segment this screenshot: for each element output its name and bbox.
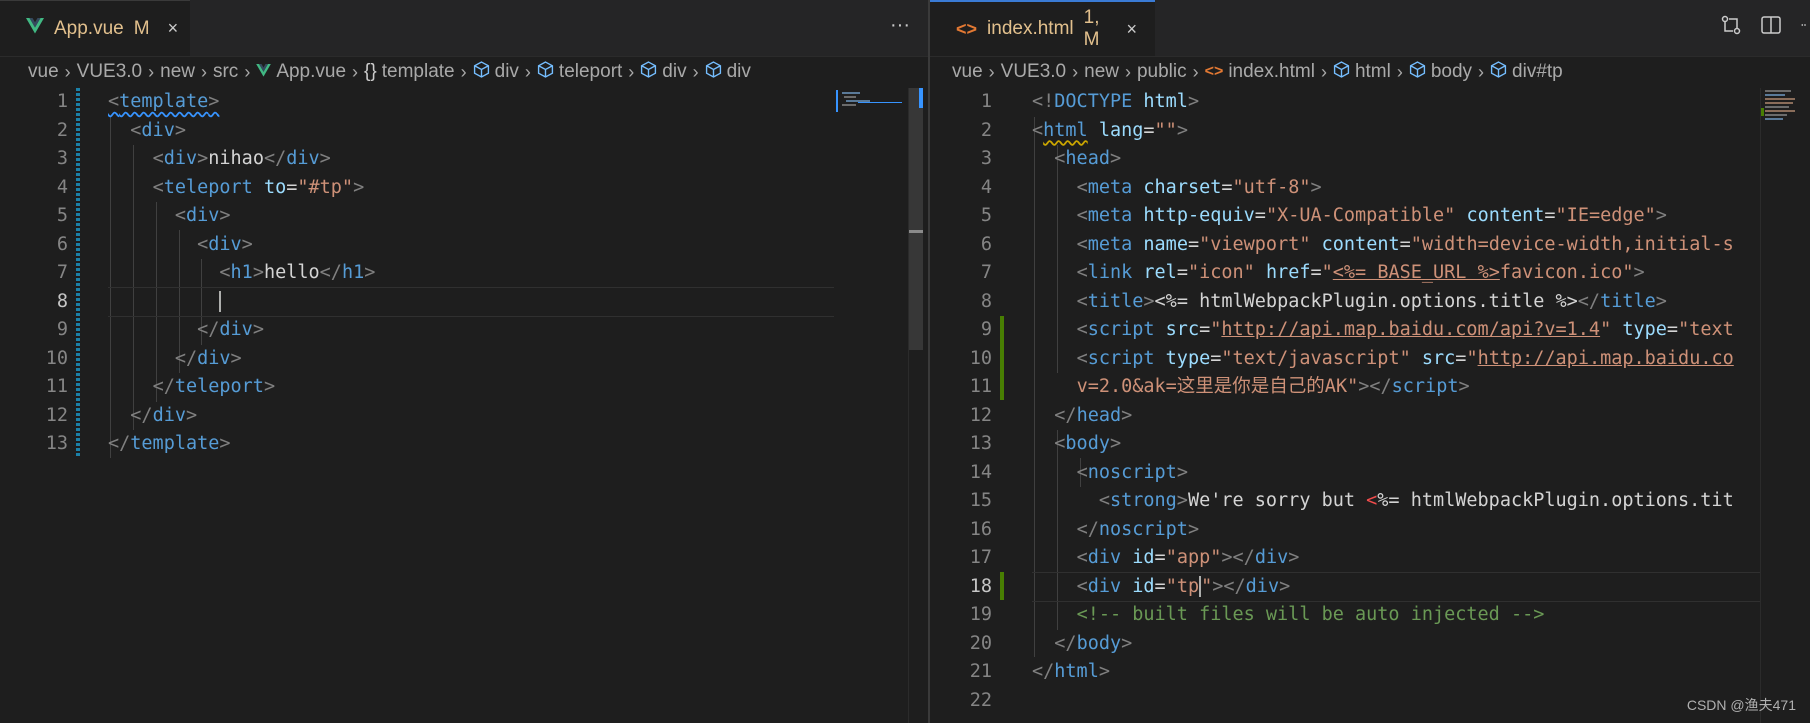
cube-icon — [473, 60, 490, 84]
chevron-right-icon: › — [628, 61, 635, 82]
breadcrumb-item[interactable]: vue — [28, 61, 59, 83]
breadcrumb-item[interactable]: div — [473, 60, 519, 84]
breadcrumb-item[interactable]: div#tp — [1490, 60, 1563, 84]
tab-app-vue[interactable]: App.vue M × — [0, 0, 190, 56]
breadcrumb-item[interactable]: public — [1137, 61, 1187, 83]
chevron-right-icon: › — [1320, 61, 1327, 82]
tab-modified-badge: 1, M — [1083, 7, 1100, 50]
breadcrumb-item[interactable]: div — [640, 60, 687, 84]
breadcrumb-item[interactable]: <> index.html — [1205, 61, 1315, 83]
code-editor[interactable]: 1 <!DOCTYPE html> 2 <html lang=""> 3 <head… — [930, 88, 1810, 723]
chevron-right-icon: › — [988, 61, 995, 82]
more-actions-icon[interactable]: ··· — [890, 14, 910, 37]
compare-changes-icon[interactable] — [1720, 14, 1742, 36]
chevron-right-icon: › — [1396, 61, 1403, 82]
chevron-right-icon: › — [200, 61, 207, 82]
tab-filename: index.html — [987, 18, 1074, 39]
braces-icon: {} — [364, 61, 377, 82]
breadcrumb-item[interactable]: new — [160, 61, 195, 83]
editor-actions — [1720, 14, 1810, 36]
cube-icon — [705, 60, 722, 84]
cube-icon — [1333, 60, 1350, 84]
html-code-icon: <> — [1204, 63, 1224, 80]
right-tab-bar: <> index.html 1, M × — [930, 0, 1810, 57]
breadcrumb-item[interactable]: teleport — [537, 60, 622, 84]
chevron-right-icon: › — [64, 61, 71, 82]
git-added-gutter — [1000, 572, 1004, 600]
chevron-right-icon: › — [524, 61, 531, 82]
chevron-right-icon: › — [352, 61, 359, 82]
tab-filename: App.vue — [54, 17, 124, 39]
chevron-right-icon: › — [148, 61, 155, 82]
html-code-icon: <> — [956, 18, 978, 39]
tab-index-html[interactable]: <> index.html 1, M × — [930, 0, 1155, 56]
vue-logo-icon — [256, 61, 272, 83]
left-editor-group: App.vue M × ··· vue › VUE3.0 › new › src › A… — [0, 0, 928, 723]
breadcrumb-item[interactable]: src — [213, 61, 238, 83]
breadcrumb-item[interactable]: {} template — [364, 61, 455, 83]
breadcrumb-item[interactable]: body — [1409, 60, 1472, 84]
breadcrumb: vue › VUE3.0 › new › src › App.vue › {} templ… — [0, 56, 928, 88]
chevron-right-icon: › — [692, 61, 699, 82]
breadcrumb-item[interactable]: div — [705, 60, 751, 84]
vertical-scrollbar[interactable] — [908, 88, 923, 723]
vue-logo-icon — [26, 17, 44, 40]
minimap[interactable] — [1760, 88, 1797, 723]
breadcrumb: vue › VUE3.0 › new › public › <> index.html ›… — [930, 56, 1810, 88]
chevron-right-icon: › — [1478, 61, 1485, 82]
minimap[interactable] — [836, 88, 906, 723]
text-cursor — [219, 291, 222, 312]
breadcrumb-item[interactable]: App.vue — [256, 61, 346, 83]
left-tab-bar: App.vue M × ··· — [0, 0, 928, 57]
close-icon[interactable]: × — [168, 18, 179, 39]
breadcrumb-item[interactable]: vue — [952, 61, 983, 83]
chevron-right-icon: › — [1124, 61, 1131, 82]
close-icon[interactable]: × — [1126, 19, 1137, 40]
breadcrumb-item[interactable]: new — [1084, 61, 1119, 83]
chevron-right-icon: › — [244, 61, 251, 82]
chevron-right-icon: › — [460, 61, 467, 82]
code-editor[interactable]: 1 <template> 2 <div> 3 <div>nihao</div> 4… — [0, 88, 928, 723]
watermark: CSDN @渔夫471 — [1686, 697, 1796, 713]
chevron-right-icon: › — [1192, 61, 1199, 82]
cube-icon — [1490, 60, 1507, 84]
breadcrumb-item[interactable]: VUE3.0 — [77, 61, 142, 83]
more-actions-icon[interactable] — [1800, 14, 1810, 36]
cube-icon — [537, 60, 554, 84]
breadcrumb-item[interactable]: html — [1333, 60, 1391, 84]
cube-icon — [1409, 60, 1426, 84]
git-modified-gutter — [76, 88, 80, 458]
chevron-right-icon: › — [1072, 61, 1079, 82]
git-added-gutter — [1000, 316, 1004, 400]
breadcrumb-item[interactable]: VUE3.0 — [1001, 61, 1066, 83]
right-editor-group: <> index.html 1, M × vue › VUE3.0 › new › p… — [930, 0, 1810, 723]
split-editor-icon[interactable] — [1760, 14, 1782, 36]
cube-icon — [640, 60, 657, 84]
tab-modified-badge: M — [133, 17, 150, 39]
scrollbar-thumb[interactable] — [909, 88, 923, 350]
